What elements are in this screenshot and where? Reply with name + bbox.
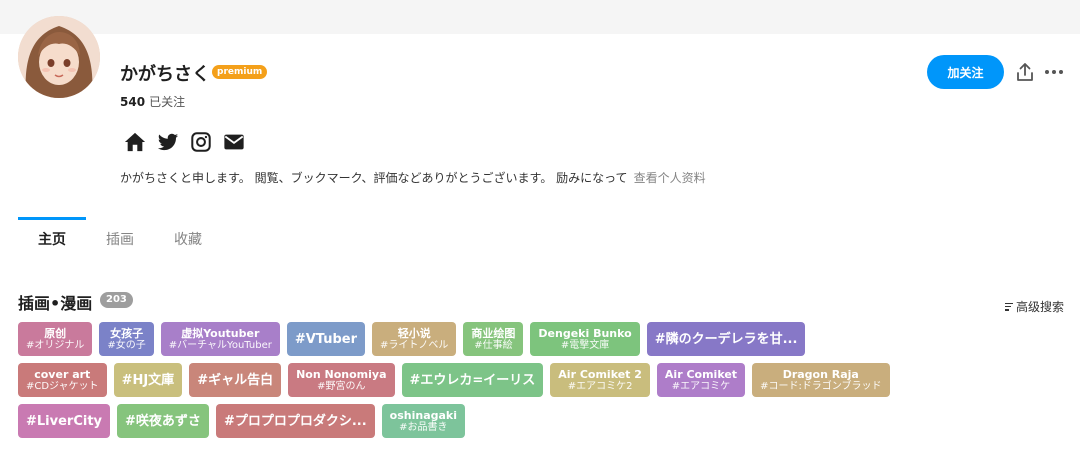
tag-translation: #ライトノベル: [380, 339, 449, 351]
tag-chip[interactable]: Non Nonomiya #野宮のん: [288, 363, 395, 397]
following-count: 540: [120, 95, 146, 109]
tag-chip[interactable]: oshinagaki #お品書き: [381, 404, 465, 438]
advanced-search-label: 高级搜索: [1016, 300, 1065, 314]
tag-translation: #エアコミケ: [671, 380, 731, 392]
follow-button[interactable]: 加关注: [927, 55, 1004, 89]
tag-name: #咲夜あずさ: [125, 413, 201, 429]
tag-chip[interactable]: Air Comiket #エアコミケ: [656, 363, 746, 397]
tag-chip[interactable]: #プロプロプロダクシ...: [215, 404, 375, 438]
tag-chip[interactable]: #咲夜あずさ: [117, 404, 209, 438]
bio: かがちさくと申します。 閲覧、ブックマーク、評価などありがとうございます。 励み…: [120, 169, 706, 186]
following-stat[interactable]: 540 已关注: [120, 93, 185, 110]
tag-name: #LiverCity: [26, 413, 103, 429]
tag-chip[interactable]: Dengeki Bunko #電撃文庫: [530, 322, 640, 356]
instagram-icon[interactable]: [190, 131, 212, 153]
tag-name: Air Comiket 2: [558, 367, 642, 381]
tab-bookmarks[interactable]: 收藏: [154, 217, 222, 261]
tag-name: 虚拟Youtuber: [181, 326, 260, 340]
tag-name: cover art: [34, 367, 91, 381]
tag-translation: #エアコミケ2: [567, 380, 633, 392]
section-title: 插画•漫画: [18, 294, 93, 313]
tag-chip[interactable]: #HJ文庫: [113, 363, 183, 397]
tag-translation: #女の子: [107, 339, 146, 351]
tag-translation: #コード:ドラゴンブラッド: [760, 380, 882, 392]
tag-translation: #電撃文庫: [560, 339, 610, 351]
avatar[interactable]: [18, 16, 100, 98]
tag-chip[interactable]: 女孩子 #女の子: [99, 322, 154, 356]
mail-icon[interactable]: [223, 131, 245, 153]
tag-translation: #CDジャケット: [26, 380, 99, 392]
tag-chip[interactable]: #ギャル告白: [189, 363, 282, 397]
top-bar: [0, 0, 1080, 34]
bio-text: かがちさくと申します。 閲覧、ブックマーク、評価などありがとうございます。 励み…: [120, 171, 628, 185]
tag-name: #エウレカ=イーリス: [409, 372, 536, 388]
tag-row: 原创 #オリジナル 女孩子 #女の子 虚拟Youtuber #バーチャルYouTuber #…: [18, 322, 1068, 356]
tag-name: #HJ文庫: [121, 372, 175, 388]
tag-name: #VTuber: [294, 331, 358, 347]
tag-chip[interactable]: Dragon Raja #コード:ドラゴンブラッド: [752, 363, 890, 397]
tag-translation: #野宮のん: [317, 380, 366, 392]
tag-list: 原创 #オリジナル 女孩子 #女の子 虚拟Youtuber #バーチャルYouTuber #…: [18, 322, 1068, 445]
tag-name: Dengeki Bunko: [538, 326, 632, 340]
filter-icon: [1005, 302, 1013, 311]
social-links: [124, 131, 245, 153]
tag-translation: #オリジナル: [26, 339, 85, 351]
advanced-search-link[interactable]: 高级搜索: [1005, 298, 1064, 315]
tag-name: Dragon Raja: [782, 367, 859, 381]
tag-name: 轻小说: [397, 326, 431, 340]
view-profile-link[interactable]: 查看个人资料: [634, 171, 706, 185]
tab-home[interactable]: 主页: [18, 217, 86, 261]
home-icon[interactable]: [124, 131, 146, 153]
tag-name: 原创: [44, 326, 67, 340]
tag-name: #ギャル告白: [197, 372, 274, 388]
tag-chip[interactable]: 商业绘图 #仕事絵: [463, 322, 524, 356]
share-icon[interactable]: [1015, 62, 1035, 82]
tag-chip[interactable]: #LiverCity: [18, 404, 111, 438]
twitter-icon[interactable]: [157, 131, 179, 153]
tag-translation: #バーチャルYouTuber: [168, 339, 272, 351]
tag-name: oshinagaki: [389, 408, 457, 422]
tag-chip[interactable]: Air Comiket 2 #エアコミケ2: [550, 363, 650, 397]
tag-chip[interactable]: #VTuber: [286, 322, 366, 356]
tag-name: Non Nonomiya: [296, 367, 387, 381]
tag-row: #LiverCity #咲夜あずさ #プロプロプロダクシ... oshinagaki #…: [18, 404, 1068, 438]
following-label: 已关注: [149, 95, 186, 109]
tag-chip[interactable]: 原创 #オリジナル: [18, 322, 93, 356]
tag-translation: #お品書き: [399, 421, 448, 433]
tag-name: #プロプロプロダクシ...: [223, 413, 367, 429]
tag-name: 女孩子: [110, 326, 144, 340]
tab-illustrations[interactable]: 插画: [86, 217, 154, 261]
tag-name: #隣のクーデレラを甘...: [654, 331, 798, 347]
more-icon[interactable]: [1045, 64, 1065, 80]
tag-name: 商业绘图: [471, 326, 516, 340]
works-count-badge: 203: [100, 292, 133, 308]
profile-tabs: 主页 插画 收藏: [18, 217, 222, 261]
tag-translation: #仕事絵: [474, 339, 513, 351]
premium-badge: premium: [212, 65, 268, 79]
tag-name: Air Comiket: [664, 367, 738, 381]
tag-chip[interactable]: #隣のクーデレラを甘...: [646, 322, 806, 356]
tag-chip[interactable]: #エウレカ=イーリス: [401, 363, 544, 397]
tag-row: cover art #CDジャケット #HJ文庫 #ギャル告白 Non Nonomiya…: [18, 363, 1068, 397]
tag-chip[interactable]: cover art #CDジャケット: [18, 363, 107, 397]
tag-chip[interactable]: 轻小说 #ライトノベル: [372, 322, 457, 356]
tag-chip[interactable]: 虚拟Youtuber #バーチャルYouTuber: [160, 322, 280, 356]
username: かがちさく: [120, 64, 210, 85]
avatar-image: [18, 16, 100, 98]
